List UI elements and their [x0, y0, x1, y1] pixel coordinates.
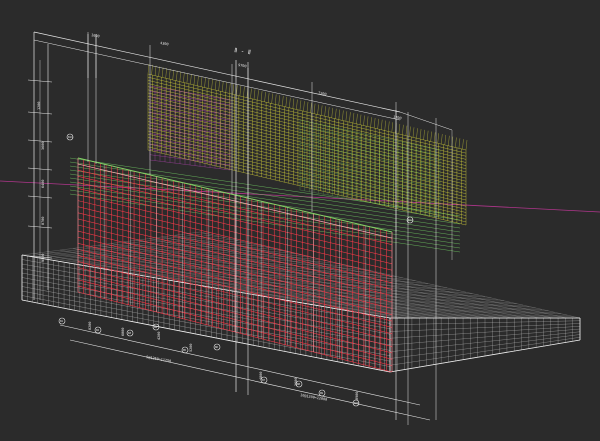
svg-text:N2: N2	[96, 328, 100, 332]
svg-text:N11: N11	[68, 135, 73, 139]
svg-text:N10: N10	[354, 401, 359, 405]
svg-text:N5: N5	[183, 348, 187, 352]
svg-text:N7: N7	[262, 378, 266, 382]
dim-label-left: 9500	[41, 254, 45, 262]
svg-text:N6: N6	[215, 345, 219, 349]
svg-text:N8: N8	[297, 382, 301, 386]
dim-label-bottom: 4200	[157, 332, 161, 340]
svg-text:N3: N3	[128, 331, 132, 335]
dim-label-bottom: 6000	[121, 328, 125, 336]
svg-text:N9: N9	[320, 391, 324, 395]
dim-label-left: 3600	[41, 142, 45, 150]
dim-label-bottom: 5200	[189, 344, 193, 352]
dim-label-left: 6400	[41, 180, 45, 188]
svg-text:N1: N1	[60, 319, 64, 323]
dim-label-bottom: 8200	[88, 322, 92, 330]
dim-label-bottom: 8900	[355, 392, 359, 400]
dim-label-left: 8700	[41, 217, 45, 225]
svg-text:N4: N4	[154, 325, 158, 329]
svg-text:N12: N12	[408, 218, 413, 222]
dim-label-left: 1200	[37, 102, 41, 110]
cad-3d-viewport[interactable]: Ⅱ - Ⅱ 1600 4300 9700 7200 1700 1200 3600…	[0, 0, 600, 437]
